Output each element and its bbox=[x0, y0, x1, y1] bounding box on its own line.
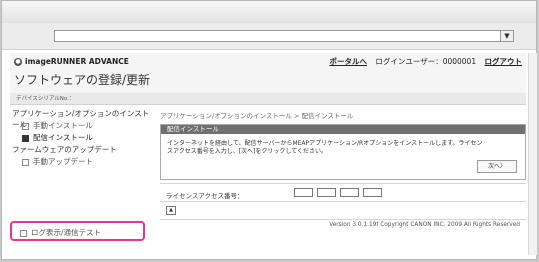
sidebar-item-distribution-install[interactable]: 配信インストール bbox=[22, 132, 93, 143]
sidebar-item-manual-update[interactable]: 手動アップデート bbox=[22, 156, 93, 167]
page-scrollbar[interactable] bbox=[528, 53, 537, 255]
footer-divider bbox=[160, 219, 526, 220]
sidebar-item-manual-install[interactable]: 手動インストール bbox=[22, 120, 93, 131]
sidebar: アプリケーション/オプションのインストール 手動インストール 配信インストール … bbox=[10, 106, 155, 255]
footer-copyright: Version 3.0.1.19f Copyright CANON INC. 2… bbox=[329, 222, 520, 228]
login-user-value: 0000001 bbox=[442, 57, 477, 66]
divider bbox=[160, 201, 526, 202]
browser-window: ▼ ● imageRUNNER ADVANCE ポータルへ ログインユーザー：00… bbox=[1, 0, 537, 260]
license-field-2[interactable] bbox=[317, 188, 336, 197]
distribution-install-panel: 配信インストール インターネットを経由して、配信サーバーからMEAPアプリケーシ… bbox=[160, 124, 526, 180]
breadcrumb: アプリケーション/オプションのインストール > 配信インストール bbox=[160, 112, 354, 120]
login-user-label: ログインユーザー： bbox=[375, 57, 443, 66]
panel-description: インターネットを経由して、配信サーバーからMEAPアプリケーション/Rオプション… bbox=[167, 140, 483, 155]
header: ● imageRUNNER ADVANCE ポータルへ ログインユーザー：0000… bbox=[10, 53, 526, 94]
brand-name: imageRUNNER ADVANCE bbox=[25, 57, 129, 66]
address-bar[interactable]: ▼ bbox=[54, 30, 514, 42]
license-field-1[interactable] bbox=[294, 188, 313, 197]
license-access-label: ライセンスアクセス番号： bbox=[166, 192, 244, 200]
remote-ui-content: ● imageRUNNER ADVANCE ポータルへ ログインユーザー：0000… bbox=[10, 53, 526, 255]
main-area: アプリケーション/オプションのインストール > 配信インストール 配信インストー… bbox=[160, 106, 526, 256]
sidebar-item-label: 手動アップデート bbox=[33, 157, 93, 166]
license-field-4[interactable] bbox=[363, 188, 382, 197]
address-dropdown-icon[interactable]: ▼ bbox=[500, 31, 513, 41]
title-bar bbox=[2, 1, 536, 24]
device-serial-bar: デバイスシリアルNo.： bbox=[10, 93, 526, 105]
canon-logo-icon: ● bbox=[14, 58, 22, 66]
bullet-icon bbox=[22, 158, 29, 166]
next-button[interactable]: 次へ〉 bbox=[477, 160, 517, 173]
bullet-icon bbox=[22, 134, 29, 142]
address-row: ▼ bbox=[2, 23, 536, 50]
bullet-icon bbox=[20, 229, 27, 237]
logout-link[interactable]: ログアウト bbox=[485, 57, 523, 66]
bullet-icon bbox=[22, 122, 29, 130]
top-links: ポータルへ ログインユーザー：0000001 ログアウト bbox=[323, 56, 522, 67]
panel-title: 配信インストール bbox=[161, 125, 525, 134]
sidebar-item-label: 手動インストール bbox=[33, 121, 93, 130]
sidebar-section-firmware-update[interactable]: ファームウェアのアップデート bbox=[12, 144, 117, 155]
divider bbox=[160, 183, 526, 184]
sidebar-item-label: ログ表示/通信テスト bbox=[31, 228, 102, 237]
portal-link[interactable]: ポータルへ bbox=[329, 57, 367, 66]
page-title: ソフトウェアの登録/更新 bbox=[14, 73, 151, 87]
sidebar-item-label: 配信インストール bbox=[33, 133, 93, 142]
brand: ● imageRUNNER ADVANCE bbox=[14, 57, 129, 66]
license-field-3[interactable] bbox=[340, 188, 359, 197]
scroll-top-icon[interactable]: ▲ bbox=[166, 206, 176, 215]
sidebar-item-log-test[interactable]: ログ表示/通信テスト bbox=[20, 227, 101, 238]
